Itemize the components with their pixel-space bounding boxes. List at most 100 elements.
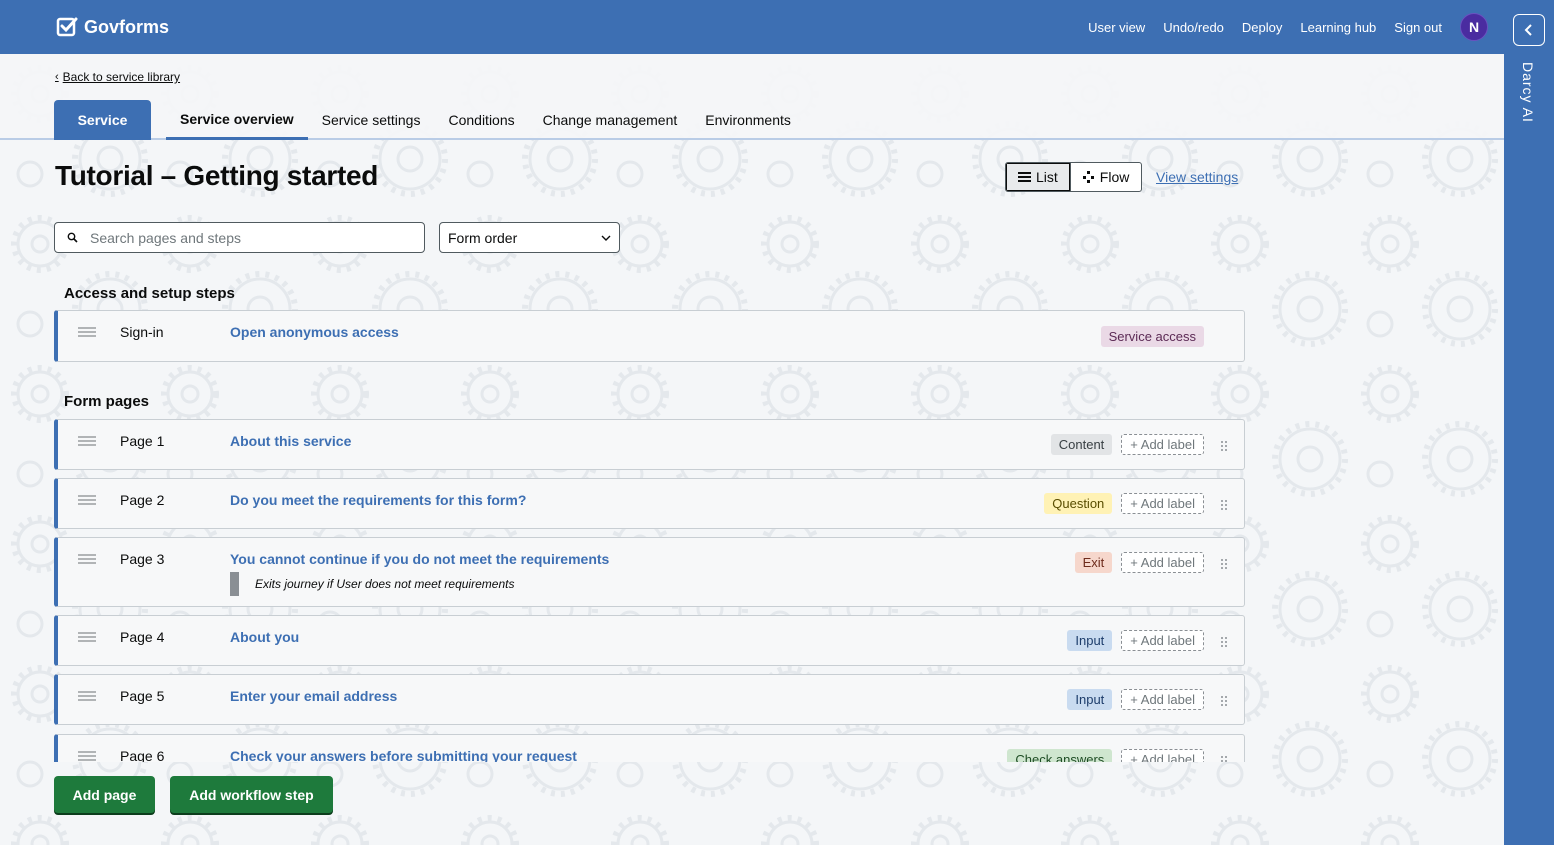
add-label-button[interactable]: + Add label [1121,749,1204,762]
page-tags: Question + Add label [1044,493,1204,514]
list-view-label: List [1036,169,1058,185]
main-content: ‹ Back to service library Service Servic… [0,54,1504,845]
page-title: Tutorial – Getting started [55,160,379,191]
tab-change-management[interactable]: Change management [529,100,692,140]
order-select[interactable]: Form order [439,222,620,253]
tag-question: Question [1044,493,1113,514]
page-title-link[interactable]: About you [230,629,299,645]
step-label: Sign-in [120,324,164,340]
list-item-sign-in: Sign-in Open anonymous access Service ac… [54,310,1245,362]
tag-exit: Exit [1074,552,1113,573]
reorder-dots-icon[interactable] [1220,695,1228,707]
drag-handle-icon[interactable] [78,751,96,761]
page-number: Page 1 [120,433,165,449]
list-item-page-4: Page 4 About you Input + Add label [54,615,1245,666]
tag-content: Content [1050,434,1113,455]
list-item-page-5: Page 5 Enter your email address Input + … [54,674,1245,725]
flow-view-label: Flow [1099,169,1130,185]
drag-handle-icon[interactable] [78,327,96,337]
back-to-library-link[interactable]: ‹ Back to service library [55,70,180,84]
add-label-button[interactable]: + Add label [1121,434,1204,455]
nav-sign-out[interactable]: Sign out [1394,20,1442,35]
drag-handle-icon[interactable] [78,632,96,642]
reorder-dots-icon[interactable] [1220,440,1228,452]
nav-learning-hub[interactable]: Learning hub [1300,20,1376,35]
tab-service-settings[interactable]: Service settings [308,100,435,140]
search-input[interactable] [90,229,390,246]
brand-logo[interactable]: Govforms [56,16,169,38]
add-workflow-step-button[interactable]: Add workflow step [170,776,333,813]
top-nav: User view Undo/redo Deploy Learning hub … [1088,0,1442,54]
order-select-value: Form order [448,229,518,246]
add-label-button[interactable]: + Add label [1121,552,1204,573]
add-label-button[interactable]: + Add label [1121,630,1204,651]
tab-service[interactable]: Service [54,100,151,140]
page-title-link[interactable]: Enter your email address [230,688,397,704]
reorder-dots-icon[interactable] [1220,558,1228,570]
exit-condition-text: Exits journey if User does not meet requ… [255,577,515,591]
nav-user-view[interactable]: User view [1088,20,1145,35]
page-title-link[interactable]: Check your answers before submitting you… [230,748,577,762]
exit-condition-note: Exits journey if User does not meet requ… [230,572,514,596]
tab-service-overview[interactable]: Service overview [166,100,308,140]
page-number: Page 2 [120,492,165,508]
list-item-page-3: Page 3 You cannot continue if you do not… [54,537,1245,607]
drag-handle-icon[interactable] [78,554,96,564]
brand-name: Govforms [84,16,170,37]
form-section-heading: Form pages [64,393,150,410]
flow-icon [1082,171,1094,183]
page-tags: Content + Add label [1050,434,1204,455]
top-header: Govforms User view Undo/redo Deploy Lear… [0,0,1504,54]
chevron-left-icon: ‹ [55,71,59,83]
page-number: Page 3 [120,551,165,567]
page-number: Page 5 [120,688,165,704]
page-tags: Input + Add label [1067,630,1204,651]
add-page-button[interactable]: Add page [54,776,155,813]
list-icon [1018,172,1031,182]
page-number: Page 4 [120,629,165,645]
list-item-page-6: Page 6 Check your answers before submitt… [54,734,1245,762]
search-icon [67,232,78,243]
step-tags: Service access [1100,326,1204,347]
tag-input: Input [1067,630,1113,651]
list-item-page-1: Page 1 About this service Content + Add … [54,419,1245,470]
tag-input: Input [1067,689,1113,710]
reorder-dots-icon[interactable] [1220,755,1228,762]
panel-label[interactable]: Darcy AI [1520,62,1536,123]
flow-view-button[interactable]: Flow [1071,163,1142,191]
back-link-label: Back to service library [62,70,181,84]
panel-toggle-button[interactable] [1513,14,1545,46]
page-tags: Input + Add label [1067,689,1204,710]
add-label-button[interactable]: + Add label [1121,493,1204,514]
page-title-link[interactable]: You cannot continue if you do not meet t… [230,551,609,567]
step-title-link[interactable]: Open anonymous access [230,324,399,340]
page-title-link[interactable]: Do you meet the requirements for this fo… [230,492,526,508]
page-number: Page 6 [120,748,165,762]
drag-handle-icon[interactable] [78,495,96,505]
checkbox-logo-icon [56,17,78,37]
view-settings-link[interactable]: View settings [1156,169,1238,185]
reorder-dots-icon[interactable] [1220,499,1228,511]
tag-service-access: Service access [1100,326,1204,347]
tab-environments[interactable]: Environments [691,100,805,140]
list-item-page-2: Page 2 Do you meet the requirements for … [54,478,1245,529]
note-bar [230,572,239,596]
list-view-button[interactable]: List [1006,163,1071,191]
reorder-dots-icon[interactable] [1220,636,1228,648]
tab-list: Service overview Service settings Condit… [166,100,805,140]
add-label-button[interactable]: + Add label [1121,689,1204,710]
page-title-link[interactable]: About this service [230,433,351,449]
avatar[interactable]: N [1460,13,1488,41]
tab-conditions[interactable]: Conditions [434,100,528,140]
nav-undo-redo[interactable]: Undo/redo [1163,20,1224,35]
drag-handle-icon[interactable] [78,436,96,446]
access-section-heading: Access and setup steps [64,285,235,302]
page-tags: Check answers + Add label [1007,749,1204,762]
chevron-left-icon [1524,24,1532,36]
drag-handle-icon[interactable] [78,691,96,701]
view-toggle: List Flow [1005,162,1143,192]
chevron-down-icon [601,235,611,241]
form-pages-list[interactable]: Page 1 About this service Content + Add … [54,419,1246,762]
nav-deploy[interactable]: Deploy [1242,20,1282,35]
search-field [54,222,425,253]
